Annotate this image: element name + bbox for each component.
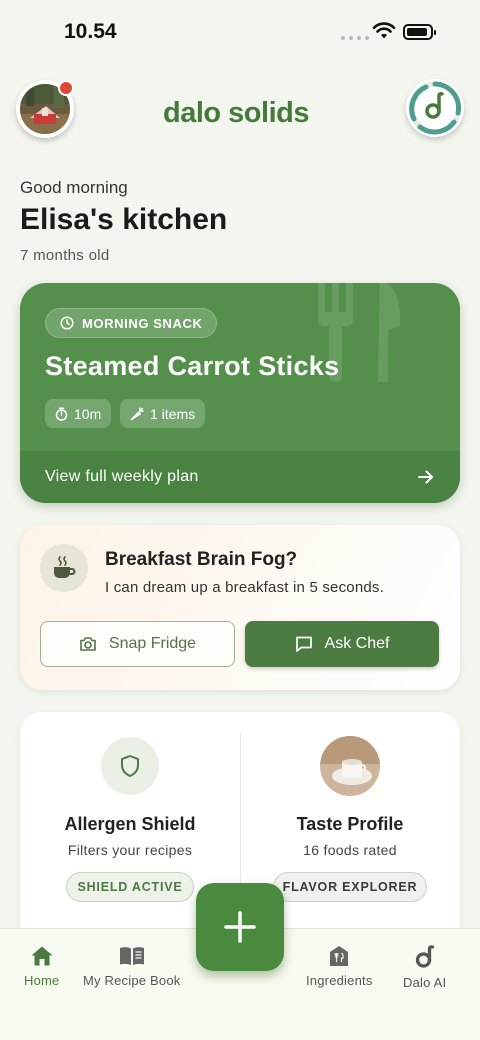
flavor-badge: FLAVOR EXPLORER [273, 872, 427, 902]
meal-time-tag: MORNING SNACK [45, 308, 218, 338]
meal-title: Steamed Carrot Sticks [45, 351, 340, 381]
profile-avatar-button[interactable] [16, 80, 74, 138]
nav-recipe-book[interactable]: My Recipe Book [83, 945, 180, 988]
clock-icon [60, 316, 74, 330]
meal-tag-label: MORNING SNACK [82, 315, 203, 331]
ask-chef-button[interactable]: Ask Chef [245, 621, 439, 667]
add-button[interactable] [196, 883, 284, 971]
meal-card[interactable]: MORNING SNACK Steamed Carrot Sticks 10m … [20, 283, 460, 503]
taste-subtitle: 16 foods rated [303, 842, 397, 858]
dalo-ai-icon [415, 945, 434, 968]
chef-card-title: Breakfast Brain Fog? [105, 549, 298, 570]
nav-ingredients[interactable]: Ingredients [306, 945, 373, 988]
cellular-signal-icon [341, 36, 369, 40]
ask-chef-label: Ask Chef [324, 635, 390, 652]
notification-badge [58, 80, 74, 96]
items-text: 1 items [150, 405, 196, 422]
snap-fridge-button[interactable]: Snap Fridge [40, 621, 235, 667]
stopwatch-icon [55, 406, 68, 421]
weekly-plan-link[interactable]: View full weekly plan [20, 451, 460, 503]
nav-ingredients-label: Ingredients [306, 973, 373, 988]
snap-fridge-label: Snap Fridge [108, 635, 197, 652]
home-icon [31, 946, 53, 966]
nav-recipe-book-label: My Recipe Book [83, 973, 181, 988]
chef-card-subtitle: I can dream up a breakfast in 5 seconds. [105, 579, 384, 596]
duration-text: 10m [74, 405, 102, 422]
ai-chef-card: Breakfast Brain Fog? I can dream up a br… [20, 525, 460, 690]
coffee-cup-image [320, 736, 380, 796]
logo-text: dalo solids [163, 97, 309, 129]
carrot-icon [130, 406, 144, 420]
dalo-ai-progress-button[interactable] [406, 79, 464, 137]
battery-icon [403, 24, 436, 40]
status-time: 10.54 [64, 20, 117, 43]
ingredients-icon [330, 946, 349, 966]
dalo-ring-icon [408, 81, 462, 135]
allergen-subtitle: Filters your recipes [67, 842, 193, 858]
page-title: Elisa's kitchen [20, 203, 228, 236]
app-logo: dalo solids [163, 98, 309, 128]
allergen-title: Allergen Shield [64, 814, 196, 834]
nav-dalo-ai-label: Dalo AI [403, 975, 447, 990]
items-chip: 1 items [120, 399, 206, 428]
coffee-icon [40, 544, 88, 592]
chat-icon [295, 636, 312, 652]
allergen-shield-tile[interactable]: Allergen Shield Filters your recipes SHI… [20, 712, 240, 912]
wifi-icon [372, 22, 396, 39]
duration-chip: 10m [45, 399, 112, 428]
greeting-text: Good morning [20, 178, 128, 197]
plus-icon [224, 911, 256, 943]
book-icon [119, 947, 144, 965]
baby-age-text: 7 months old [20, 247, 110, 264]
shield-status-badge: SHIELD ACTIVE [66, 872, 194, 902]
nav-dalo-ai[interactable]: Dalo AI [403, 945, 446, 990]
nav-home-label: Home [24, 973, 60, 988]
camera-icon [80, 637, 96, 651]
shield-icon [101, 737, 159, 795]
nav-home[interactable]: Home [24, 945, 59, 988]
status-bar: 10.54 [0, 0, 480, 60]
taste-title: Taste Profile [296, 814, 404, 834]
taste-profile-tile[interactable]: Taste Profile 16 foods rated FLAVOR EXPL… [240, 712, 460, 912]
weekly-plan-label: View full weekly plan [45, 468, 199, 485]
arrow-right-icon [418, 470, 433, 484]
